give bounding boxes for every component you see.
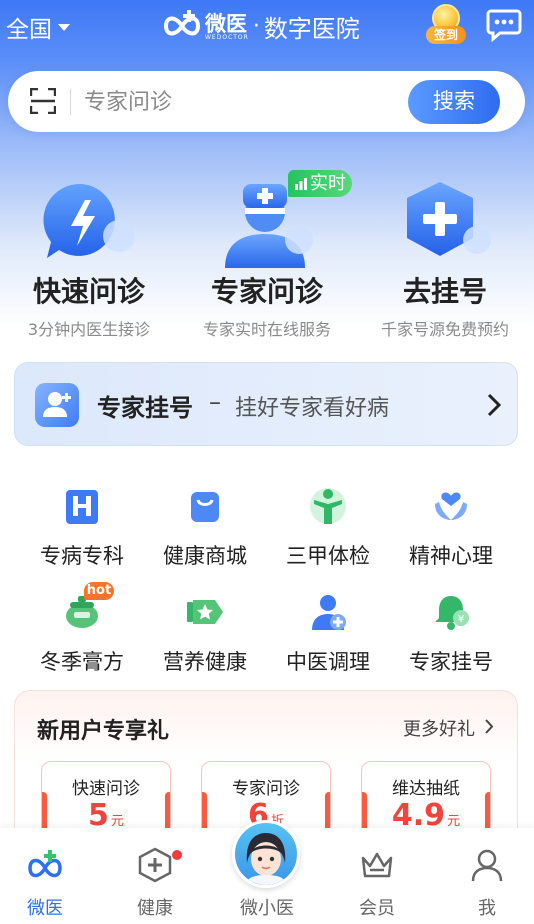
grid-item-specialty[interactable]: 专病专科 <box>20 486 144 578</box>
service-registration[interactable]: 去挂号 千家号源免费预约 <box>356 178 534 348</box>
wedoctor-logo-icon <box>163 10 201 36</box>
gift-title: 新用户专享礼 <box>37 719 170 744</box>
search-button[interactable]: 搜索 <box>408 80 500 124</box>
banner-subtitle: 挂好专家看好病 <box>235 396 390 421</box>
bell-icon: ¥ <box>435 596 469 630</box>
tab-membership[interactable]: 会员 <box>332 828 422 924</box>
brand-subtitle: 数字医院 <box>263 14 360 43</box>
chevron-right-icon <box>485 719 494 734</box>
brand-dot: · <box>252 13 260 39</box>
tab-label: 我 <box>478 898 496 919</box>
coupon-unit: 元 <box>447 814 461 829</box>
ai-assistant-avatar[interactable] <box>232 820 300 888</box>
fitness-person-icon <box>310 488 346 524</box>
nutrition-tube-icon <box>187 600 223 624</box>
service-title: 专家问诊 <box>210 275 323 308</box>
more-gifts-link[interactable]: 更多好礼 <box>403 715 475 741</box>
service-subtitle: 3分钟内医生接诊 <box>27 320 151 339</box>
signal-bars-icon <box>295 178 307 190</box>
tab-home[interactable]: 微医 <box>0 828 90 924</box>
search-input[interactable] <box>84 85 384 119</box>
service-expert-consult[interactable]: 专家问诊 专家实时在线服务 <box>178 178 356 348</box>
service-subtitle: 千家号源免费预约 <box>380 320 509 339</box>
shopping-bag-icon <box>191 492 219 522</box>
expert-registration-banner[interactable]: 专家挂号 – 挂好专家看好病 <box>14 362 518 446</box>
user-icon <box>471 849 503 882</box>
message-icon[interactable] <box>486 8 522 42</box>
grid-label: 专家挂号 <box>409 650 493 674</box>
grid-item-tcm[interactable]: 中医调理 <box>266 592 390 684</box>
coupon-name: 快速问诊 <box>72 779 140 799</box>
health-hexagon-icon <box>138 847 172 883</box>
grid-item-checkup[interactable]: 三甲体检 <box>266 486 390 578</box>
heart-hands-icon <box>435 492 467 520</box>
hot-tag: hot <box>84 582 114 600</box>
tab-health[interactable]: 健康 <box>110 828 200 924</box>
coupon-name: 维达抽纸 <box>392 779 460 799</box>
banner-dash: – <box>209 388 221 416</box>
service-title: 去挂号 <box>402 275 487 308</box>
bottom-tab-bar: 微医 健康 微小医 会员 我 <box>0 820 534 924</box>
search-divider <box>70 89 71 115</box>
tab-label: 健康 <box>137 898 173 919</box>
service-quick-consult[interactable]: 快速问诊 3分钟内医生接诊 <box>0 178 178 348</box>
grid-label: 健康商城 <box>163 544 247 568</box>
search-bar: 搜索 <box>8 71 525 132</box>
service-title: 快速问诊 <box>32 275 145 308</box>
checkin-button[interactable]: 签到 <box>424 4 468 46</box>
grid-label: 精神心理 <box>409 544 493 568</box>
brand-name: 微医 <box>205 11 247 36</box>
svg-text:¥: ¥ <box>458 614 464 625</box>
grid-item-mental[interactable]: 精神心理 <box>389 486 513 578</box>
grid-label: 专病专科 <box>40 544 124 568</box>
brand-text: 微医 WEDOCTOR <box>205 12 249 41</box>
grid-label: 冬季膏方 <box>40 650 124 674</box>
service-subtitle: 专家实时在线服务 <box>202 320 331 339</box>
top-bar: 全国 微医 WEDOCTOR · 数字医院 签到 <box>0 0 534 56</box>
coupon-name: 专家问诊 <box>232 779 300 799</box>
hospital-icon <box>66 490 98 524</box>
tab-label: 微小医 <box>240 898 294 919</box>
grid-item-herbal[interactable]: 冬季膏方 <box>20 592 144 684</box>
region-selector[interactable]: 全国 <box>6 10 70 44</box>
wedoctor-logo-icon <box>28 850 62 878</box>
lightning-chat-icon <box>43 183 135 258</box>
live-badge: 实时 <box>288 170 352 197</box>
caret-down-icon <box>58 23 70 31</box>
grid-item-expert-registration[interactable]: ¥ 专家挂号 <box>389 592 513 684</box>
banner-title: 专家挂号 <box>97 394 193 422</box>
tcm-doctor-icon <box>312 595 346 630</box>
tab-me[interactable]: 我 <box>442 828 532 924</box>
brand: 微医 WEDOCTOR · 数字医院 <box>162 8 360 44</box>
checkin-label: 签到 <box>426 26 466 44</box>
scan-icon[interactable] <box>30 88 56 114</box>
tab-label: 会员 <box>359 898 395 919</box>
notification-dot <box>172 850 182 860</box>
expert-avatar-icon <box>35 383 79 427</box>
tab-label: 微医 <box>27 898 63 919</box>
grid-item-nutrition[interactable]: 营养健康 <box>143 592 267 684</box>
region-label: 全国 <box>6 17 52 43</box>
grid-item-mall[interactable]: 健康商城 <box>143 486 267 578</box>
coupon-unit: 元 <box>110 814 124 829</box>
grid-label: 营养健康 <box>163 650 247 674</box>
live-badge-label: 实时 <box>310 173 346 194</box>
crown-icon <box>361 852 393 878</box>
grid-label: 中医调理 <box>286 650 370 674</box>
chevron-right-icon <box>487 393 501 417</box>
brand-english: WEDOCTOR <box>205 33 249 41</box>
grid-label: 三甲体检 <box>286 544 370 568</box>
plus-hexagon-icon <box>407 182 491 256</box>
